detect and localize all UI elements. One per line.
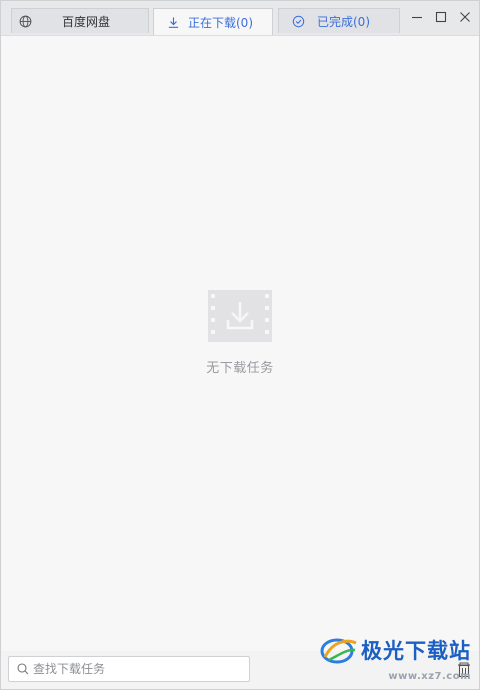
maximize-icon [435, 11, 447, 23]
search-box[interactable] [8, 656, 250, 682]
globe-icon [18, 14, 32, 28]
close-icon [460, 12, 470, 22]
watermark-url: www.xz7.com [388, 671, 471, 682]
tab-label: 已完成(0) [317, 14, 370, 29]
download-icon [166, 15, 180, 29]
tab-downloading[interactable]: 正在下载(0) [153, 8, 273, 35]
tab-baidu-netdisk[interactable]: 百度网盘 [11, 8, 149, 33]
bottom-bar [1, 651, 479, 689]
search-input[interactable] [33, 662, 233, 676]
empty-state: 无下载任务 [1, 290, 479, 376]
window-controls [409, 9, 473, 25]
minimize-icon [412, 16, 422, 19]
maximize-button[interactable] [433, 9, 449, 25]
check-circle-icon [291, 14, 305, 28]
search-icon [17, 663, 29, 675]
tab-bar: 百度网盘 正在下载(0) 已完成(0) [1, 1, 479, 36]
minimize-button[interactable] [409, 9, 425, 25]
tab-label: 正在下载(0) [188, 15, 253, 30]
video-download-icon [208, 290, 272, 342]
download-manager-window: 百度网盘 正在下载(0) 已完成(0) 无下载任务 查找下载任务 极光下载站 w… [0, 0, 480, 690]
tab-label: 百度网盘 [62, 14, 111, 29]
empty-message: 无下载任务 [206, 361, 274, 376]
close-button[interactable] [457, 9, 473, 25]
tab-completed[interactable]: 已完成(0) [278, 8, 400, 33]
